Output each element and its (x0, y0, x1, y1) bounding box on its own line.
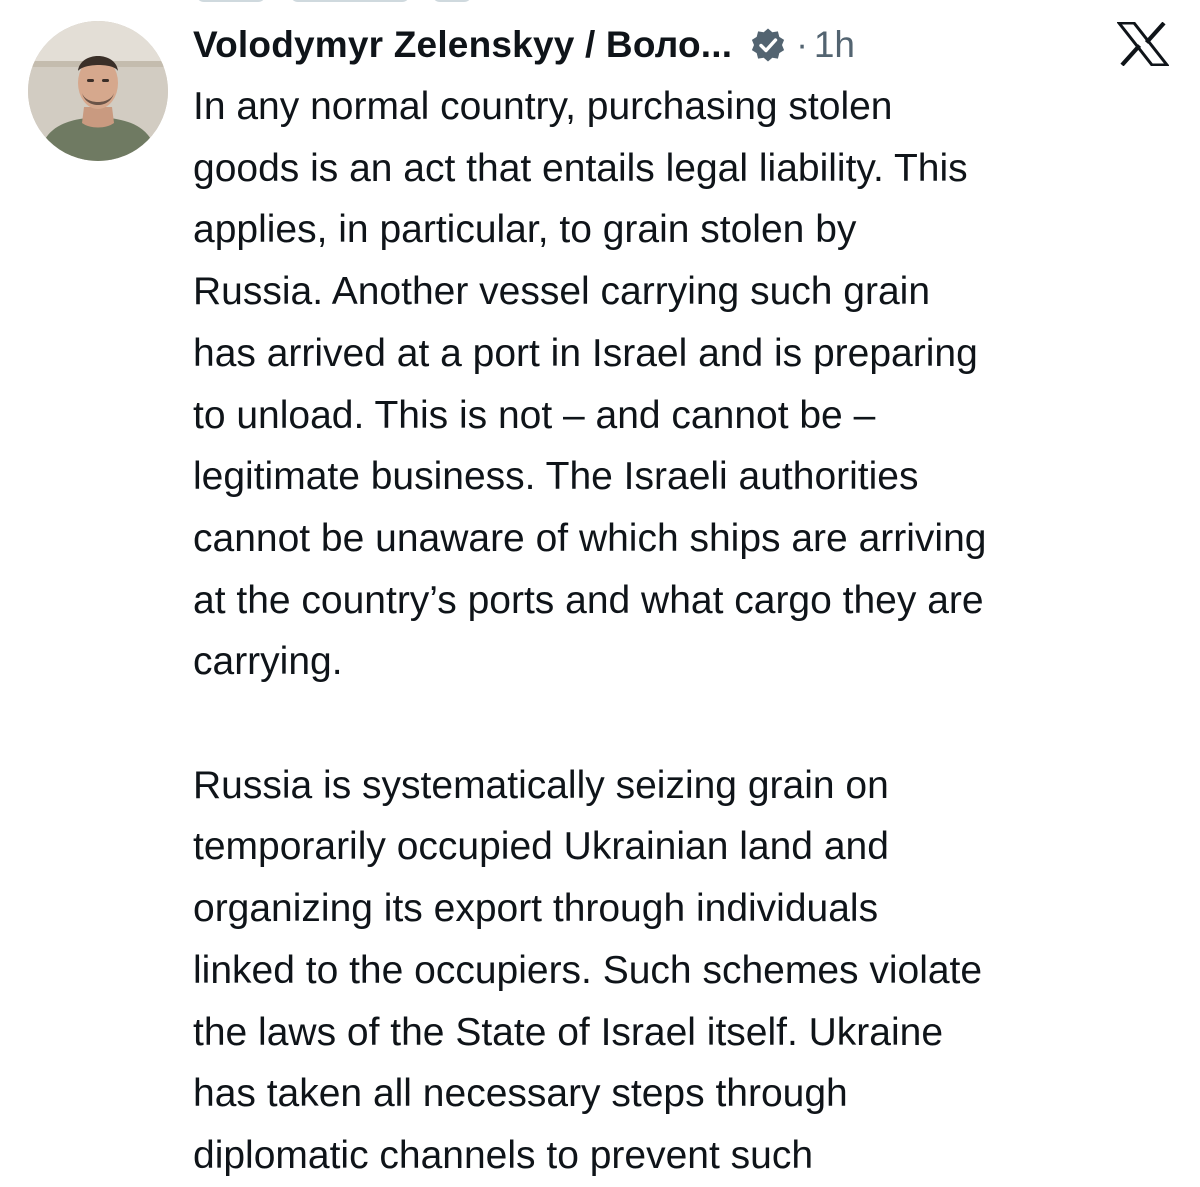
tweet-paragraph-2: Russia is systematically seizing grain o… (193, 763, 983, 1177)
avatar-photo (28, 21, 168, 161)
post-timestamp[interactable]: 1h (814, 24, 855, 66)
x-logo-icon (1115, 21, 1171, 67)
verified-badge-icon (750, 27, 786, 63)
tweet-header: Volodymyr Zelenskyy / Воло... · 1h (193, 14, 855, 76)
author-name[interactable]: Volodymyr Zelenskyy / Воло... (193, 24, 732, 66)
previous-post-edge (0, 0, 1200, 2)
tweet-text: In any normal country, purchasing stolen… (193, 76, 1193, 1187)
separator-dot: · (796, 25, 808, 64)
tweet-paragraph-1: In any normal country, purchasing stolen… (193, 85, 987, 684)
avatar[interactable] (28, 21, 168, 161)
